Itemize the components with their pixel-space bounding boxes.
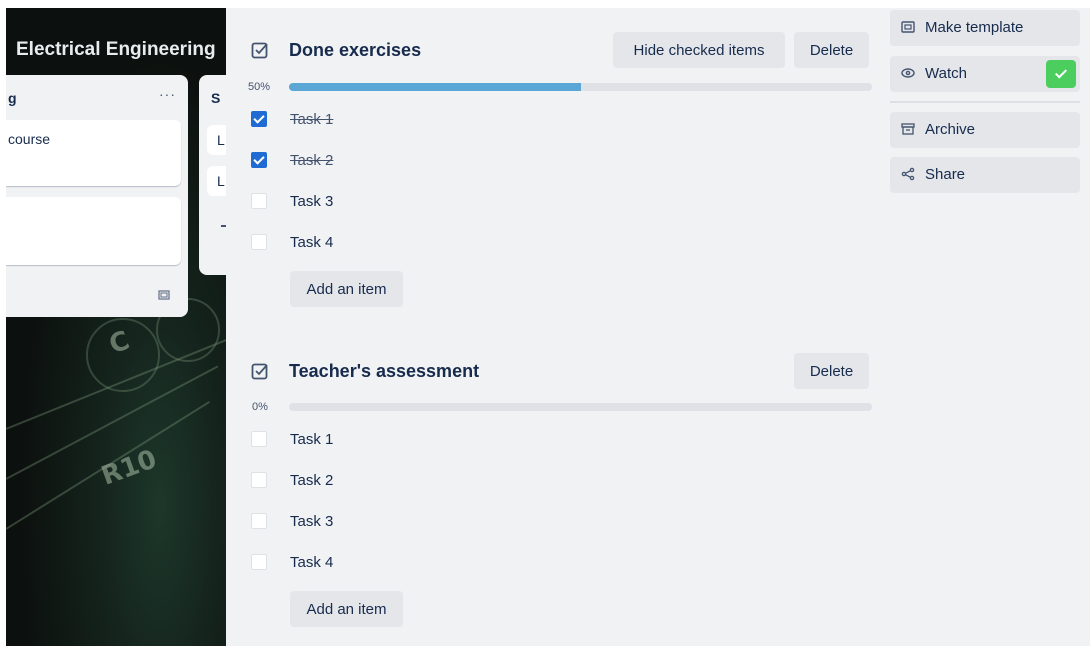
item-checkbox[interactable]	[251, 431, 267, 447]
item-text[interactable]: Task 1	[290, 111, 333, 128]
checklist-progress-bar	[289, 83, 872, 91]
list-header[interactable]: g	[8, 90, 17, 106]
checklist-item[interactable]: Task 1	[251, 426, 851, 454]
archive-icon	[901, 123, 915, 135]
checklist-item[interactable]: Task 3	[251, 508, 851, 536]
make-template-label: Make template	[925, 19, 1024, 36]
make-template-button[interactable]: Make template	[890, 10, 1080, 46]
delete-checklist-button[interactable]: Delete	[794, 353, 869, 389]
checklist-item[interactable]: Task 4	[251, 229, 851, 257]
item-text[interactable]: Task 2	[290, 472, 333, 489]
item-text[interactable]: Task 4	[290, 554, 333, 571]
checklist-item[interactable]: Task 2	[251, 467, 851, 495]
card-title: course	[8, 131, 51, 147]
progress-percent: 50%	[248, 81, 271, 93]
check-icon	[1046, 60, 1076, 88]
item-text[interactable]: Task 2	[290, 152, 333, 169]
delete-checklist-button[interactable]: Delete	[794, 32, 869, 68]
board-title[interactable]: Electrical Engineering	[16, 39, 216, 61]
item-checkbox[interactable]	[251, 554, 267, 570]
list-column: S L L	[199, 75, 226, 275]
template-icon	[901, 21, 915, 33]
card-title: L	[217, 173, 225, 189]
list-card[interactable]: course	[6, 120, 181, 186]
checklist-icon	[251, 363, 268, 380]
checklist-item[interactable]: Task 1	[251, 106, 851, 134]
pcb-label: R10	[97, 444, 161, 492]
item-checkbox[interactable]	[251, 513, 267, 529]
checklist-progress-bar	[289, 403, 872, 411]
template-icon[interactable]	[158, 289, 170, 304]
item-text[interactable]: Task 3	[290, 193, 333, 210]
item-checkbox[interactable]	[251, 472, 267, 488]
list-card[interactable]: L	[207, 166, 226, 196]
add-item-button[interactable]: Add an item	[290, 271, 403, 307]
checklist-title[interactable]: Done exercises	[289, 40, 421, 61]
checklist-item[interactable]: Task 2	[251, 147, 851, 175]
sidebar-divider	[890, 101, 1080, 103]
checklist-icon	[251, 42, 268, 59]
archive-label: Archive	[925, 121, 976, 138]
eye-icon	[901, 68, 915, 78]
progress-percent: 0%	[252, 401, 268, 413]
checklist-item[interactable]: Task 4	[251, 549, 851, 577]
item-text[interactable]: Task 4	[290, 234, 333, 251]
card-detail-modal: Done exercises Hide checked items Delete…	[226, 8, 1090, 646]
share-label: Share	[925, 166, 966, 183]
list-menu-button[interactable]: ···	[159, 86, 176, 102]
item-checkbox[interactable]	[251, 234, 267, 250]
item-text[interactable]: Task 3	[290, 513, 333, 530]
watch-button[interactable]: Watch	[890, 56, 1080, 92]
checklist-item[interactable]: Task 3	[251, 188, 851, 216]
list-column: g ··· course	[6, 75, 188, 317]
watch-label: Watch	[925, 65, 967, 82]
checklist-title[interactable]: Teacher's assessment	[289, 361, 479, 382]
progress-fill	[289, 83, 581, 91]
hide-checked-items-button[interactable]: Hide checked items	[613, 32, 785, 68]
item-checkbox[interactable]	[251, 111, 267, 127]
card-title: L	[217, 132, 225, 148]
share-icon	[901, 167, 915, 181]
share-button[interactable]: Share	[890, 157, 1080, 193]
add-item-button[interactable]: Add an item	[290, 591, 403, 627]
list-header[interactable]: S	[211, 90, 220, 106]
item-checkbox[interactable]	[251, 193, 267, 209]
list-card[interactable]: L	[207, 125, 226, 155]
list-card[interactable]	[6, 197, 181, 265]
board-background: C R10 Electrical Engineering g ··· cours…	[6, 8, 226, 646]
item-text[interactable]: Task 1	[290, 431, 333, 448]
archive-button[interactable]: Archive	[890, 112, 1080, 148]
item-checkbox[interactable]	[251, 152, 267, 168]
